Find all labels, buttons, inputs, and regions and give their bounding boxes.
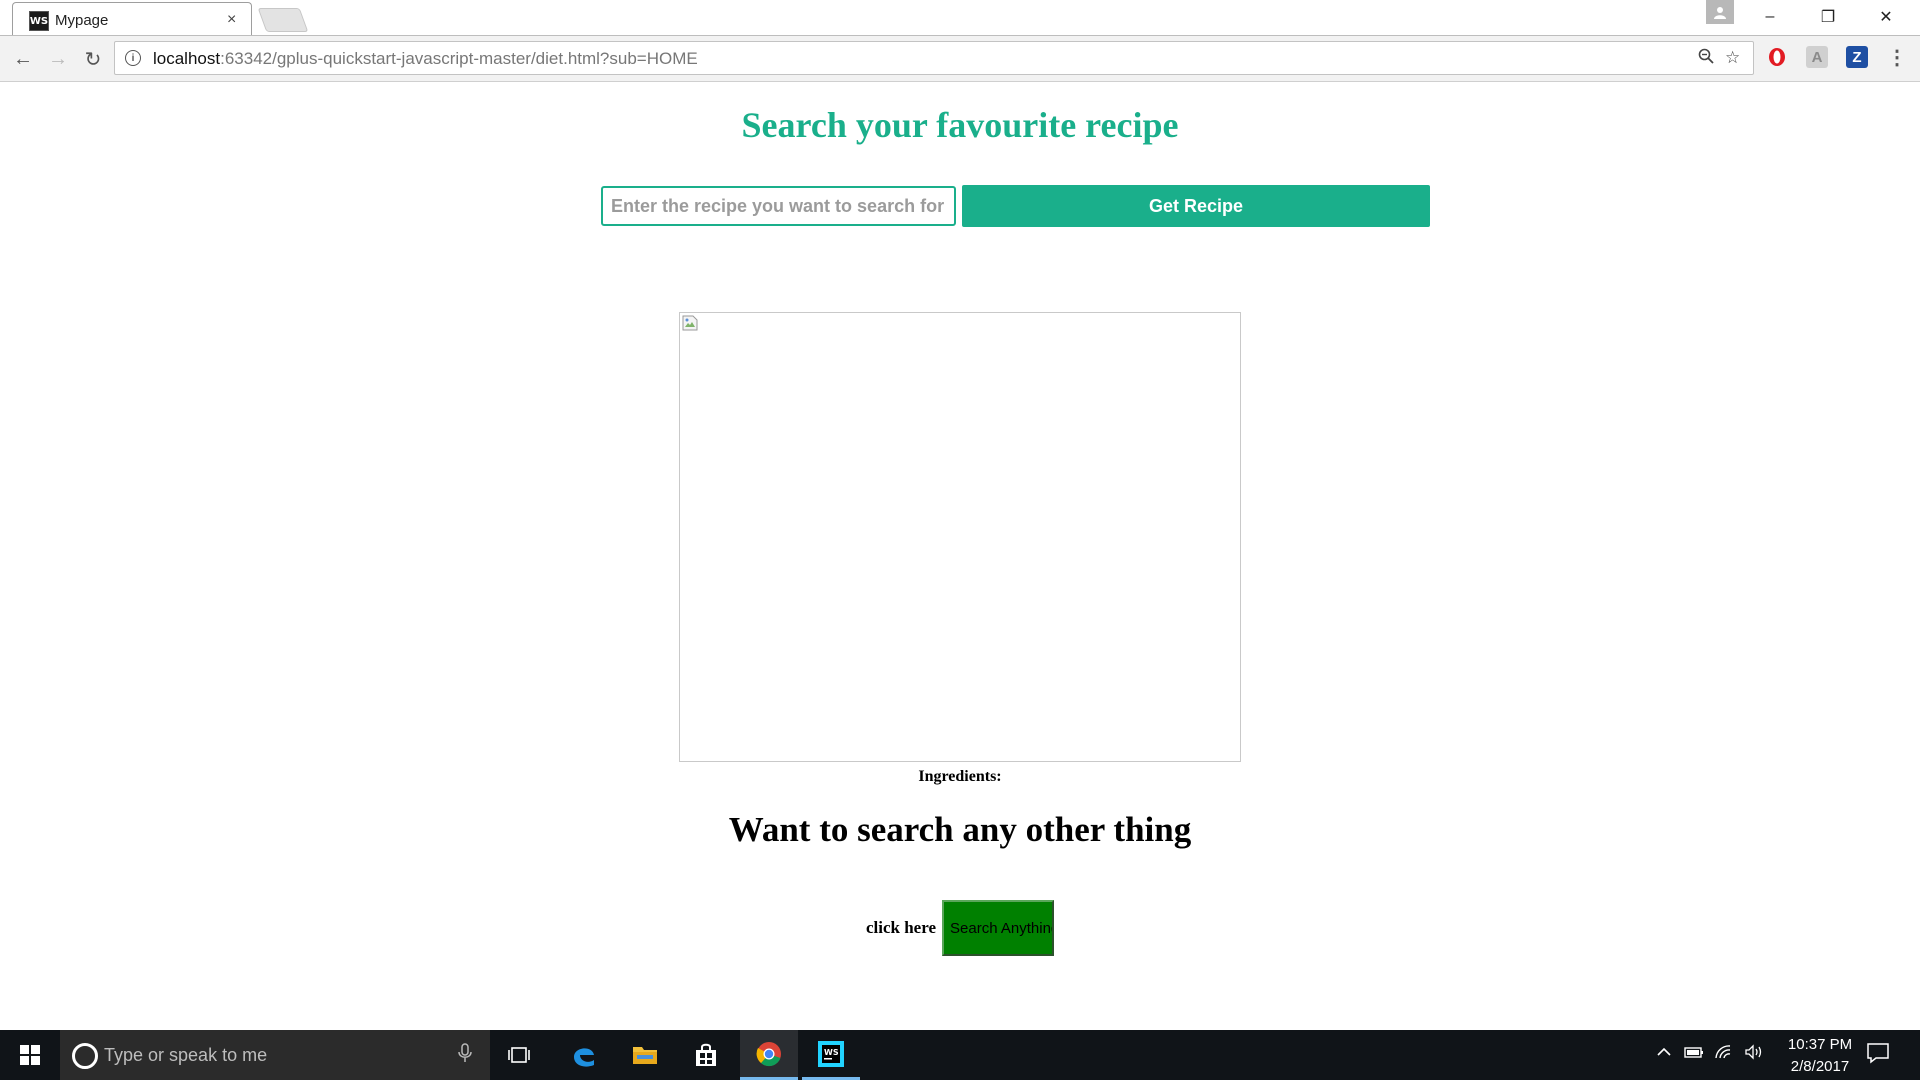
- other-search-heading: Want to search any other thing: [728, 810, 1192, 849]
- battery-icon[interactable]: [1684, 1044, 1704, 1064]
- clock-time: 10:37 PM: [1787, 1036, 1853, 1053]
- ingredients-label: Ingredients:: [918, 768, 1002, 785]
- cortana-icon: [72, 1043, 98, 1069]
- close-window-button[interactable]: ✕: [1858, 0, 1914, 34]
- taskbar-search-box[interactable]: Type or speak to me: [60, 1030, 490, 1080]
- webstorm-icon[interactable]: WS: [802, 1030, 860, 1080]
- svg-text:WS: WS: [824, 1048, 839, 1057]
- url-host: localhost: [153, 49, 221, 68]
- url-path: :63342/gplus-quickstart-javascript-maste…: [220, 49, 698, 68]
- task-view-icon[interactable]: [490, 1030, 548, 1080]
- search-anything-row: click here Search Anything: [0, 900, 1920, 956]
- chrome-icon[interactable]: [740, 1030, 798, 1080]
- chrome-menu-icon[interactable]: ⋮: [1886, 46, 1908, 69]
- zotero-icon[interactable]: Z: [1846, 46, 1868, 68]
- minimize-button[interactable]: –: [1742, 0, 1798, 34]
- edge-icon[interactable]: [555, 1030, 613, 1080]
- windows-logo-icon: [20, 1045, 40, 1065]
- restore-button[interactable]: ❐: [1800, 0, 1856, 34]
- broken-image-icon: [682, 315, 698, 331]
- volume-icon[interactable]: [1744, 1044, 1764, 1064]
- bookmark-star-icon[interactable]: ☆: [1725, 48, 1740, 68]
- wifi-icon[interactable]: [1714, 1044, 1732, 1064]
- tab-strip: WS Mypage × – ❐ ✕: [0, 0, 1920, 37]
- click-here-label: click here: [865, 918, 937, 937]
- get-recipe-button[interactable]: Get Recipe: [962, 185, 1430, 227]
- page-title: Search your favourite recipe: [741, 105, 1179, 145]
- acrobat-icon[interactable]: A: [1806, 46, 1828, 68]
- tab-mypage[interactable]: WS Mypage ×: [12, 2, 252, 37]
- opera-icon[interactable]: [1766, 46, 1788, 68]
- file-explorer-icon[interactable]: [616, 1030, 674, 1080]
- search-anything-button[interactable]: Search Anything: [942, 900, 1055, 956]
- zoom-icon[interactable]: [1698, 48, 1714, 69]
- forward-button[interactable]: →: [45, 46, 71, 72]
- action-center-icon[interactable]: [1866, 1042, 1890, 1064]
- address-bar[interactable]: i localhost:63342/gplus-quickstart-javas…: [114, 41, 1754, 75]
- tab-close-icon[interactable]: ×: [227, 11, 236, 29]
- recipe-search-input[interactable]: [601, 186, 956, 226]
- store-icon[interactable]: [677, 1030, 735, 1080]
- taskbar-search-placeholder: Type or speak to me: [104, 1045, 268, 1065]
- tab-title: Mypage: [55, 12, 109, 29]
- taskbar-clock[interactable]: 10:37 PM 2/8/2017: [1770, 1034, 1870, 1078]
- address-url[interactable]: localhost:63342/gplus-quickstart-javascr…: [153, 49, 698, 69]
- page-content: Search your favourite recipe Get Recipe …: [0, 82, 1920, 1030]
- microphone-icon[interactable]: [458, 1043, 472, 1068]
- reload-button[interactable]: ↻: [80, 46, 106, 72]
- show-hidden-icons-icon[interactable]: [1656, 1044, 1672, 1064]
- start-button[interactable]: [0, 1030, 60, 1080]
- new-tab-button[interactable]: [257, 8, 309, 32]
- profile-icon[interactable]: [1706, 0, 1734, 24]
- back-button[interactable]: ←: [10, 46, 36, 72]
- recipe-image: [679, 312, 1241, 762]
- screen: WS Mypage × – ❐ ✕ ← → ↻ i localhost:6334…: [0, 0, 1920, 1080]
- info-icon[interactable]: i: [125, 50, 141, 66]
- clock-date: 2/8/2017: [1790, 1058, 1850, 1075]
- webstorm-favicon-icon: WS: [29, 11, 49, 31]
- windows-taskbar: Type or speak to me WS 10:37 PM 2/8/2017: [0, 1030, 1920, 1080]
- browser-toolbar: ← → ↻ i localhost:63342/gplus-quickstart…: [0, 36, 1920, 82]
